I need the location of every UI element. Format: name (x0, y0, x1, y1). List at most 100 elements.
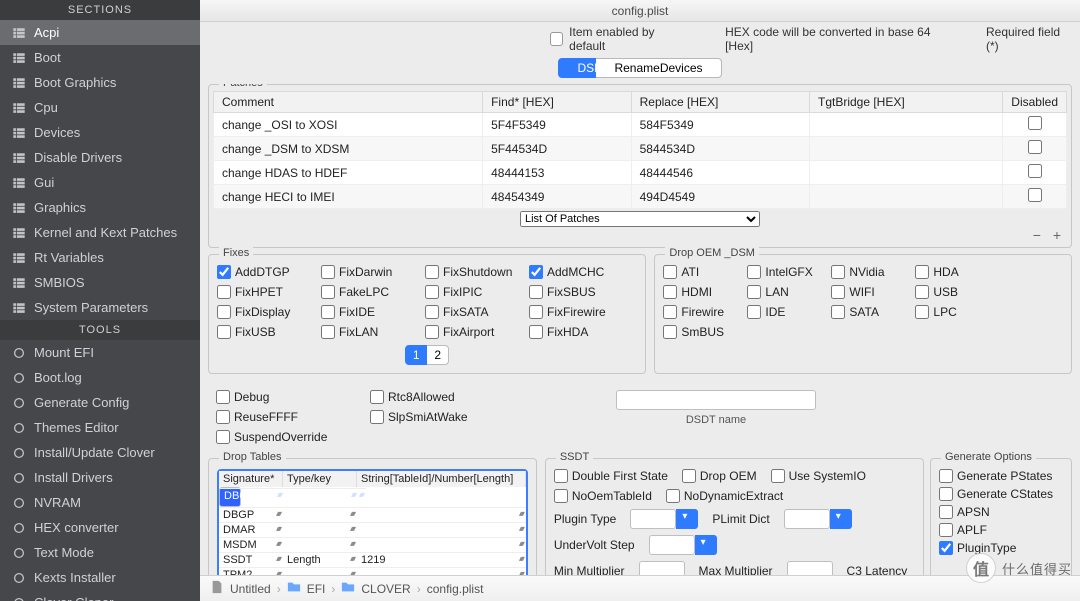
sidebar-item-disable-drivers[interactable]: Disable Drivers (0, 145, 200, 170)
checkbox[interactable] (216, 390, 230, 404)
checkbox[interactable] (939, 469, 953, 483)
checkbox[interactable] (939, 487, 953, 501)
fix-fixide[interactable]: FixIDE (321, 305, 411, 319)
dropoem-sata[interactable]: SATA (831, 305, 901, 319)
fix-fixusb[interactable]: FixUSB (217, 325, 307, 339)
col-tgtbridge[interactable]: TgtBridge [HEX] (809, 92, 1002, 113)
patches-row[interactable]: change HDAS to HDEF4844415348444546 (214, 161, 1067, 185)
dropoem-hda[interactable]: HDA (915, 265, 985, 279)
crumb-untitled[interactable]: Untitled (230, 582, 271, 596)
checkbox[interactable] (747, 265, 761, 279)
gen-generate-pstates[interactable]: Generate PStates (939, 469, 1063, 483)
checkbox[interactable] (425, 285, 439, 299)
checkbox[interactable] (321, 325, 335, 339)
fix-fakelpc[interactable]: FakeLPC (321, 285, 411, 299)
plugin-type-input[interactable] (630, 509, 676, 529)
sidebar-tool-kexts-installer[interactable]: Kexts Installer (0, 565, 200, 590)
fix-adddtgp[interactable]: AddDTGP (217, 265, 307, 279)
checkbox[interactable] (682, 469, 696, 483)
ssdt-use-systemio[interactable]: Use SystemIO (771, 469, 866, 483)
checkbox[interactable] (217, 265, 231, 279)
sidebar-tool-generate-config[interactable]: Generate Config (0, 390, 200, 415)
checkbox[interactable] (425, 265, 439, 279)
checkbox[interactable] (321, 305, 335, 319)
sidebar-item-rt-variables[interactable]: Rt Variables (0, 245, 200, 270)
gen-aplf[interactable]: APLF (939, 523, 1063, 537)
fix-fixdisplay[interactable]: FixDisplay (217, 305, 307, 319)
fix-addmchc[interactable]: AddMCHC (529, 265, 619, 279)
col-comment[interactable]: Comment (214, 92, 483, 113)
fix-fixdarwin[interactable]: FixDarwin (321, 265, 411, 279)
patches-table[interactable]: Comment Find* [HEX] Replace [HEX] TgtBri… (213, 91, 1067, 209)
gen-generate-cstates[interactable]: Generate CStates (939, 487, 1063, 501)
sidebar-item-kernel-and-kext-patches[interactable]: Kernel and Kext Patches (0, 220, 200, 245)
col-disabled[interactable]: Disabled (1003, 92, 1067, 113)
checkbox[interactable] (939, 541, 953, 555)
droptable-row[interactable]: DBGP (219, 507, 526, 522)
dsdt-name-input[interactable] (616, 390, 816, 410)
sidebar-tool-themes-editor[interactable]: Themes Editor (0, 415, 200, 440)
droptable-row[interactable]: DMAR (219, 522, 526, 537)
droptable-row[interactable]: TPM2 (219, 567, 526, 575)
tab-dsdt[interactable]: DSDT (558, 58, 596, 78)
checkbox[interactable] (747, 285, 761, 299)
checkbox[interactable] (217, 285, 231, 299)
checkbox[interactable] (370, 410, 384, 424)
gen-apsn[interactable]: APSN (939, 505, 1063, 519)
sidebar-item-acpi[interactable]: Acpi (0, 20, 200, 45)
misc-reuseffff[interactable]: ReuseFFFF (216, 410, 356, 424)
checkbox[interactable] (831, 265, 845, 279)
checkbox[interactable] (529, 265, 543, 279)
patch-disabled-checkbox[interactable] (1028, 164, 1042, 178)
dropoem-usb[interactable]: USB (915, 285, 985, 299)
checkbox[interactable] (321, 285, 335, 299)
ssdt-nooemtableid[interactable]: NoOemTableId (554, 489, 652, 503)
sidebar-item-devices[interactable]: Devices (0, 120, 200, 145)
sidebar-item-graphics[interactable]: Graphics (0, 195, 200, 220)
checkbox[interactable] (831, 285, 845, 299)
checkbox[interactable] (663, 285, 677, 299)
checkbox[interactable] (217, 305, 231, 319)
checkbox[interactable] (666, 489, 680, 503)
sidebar-item-gui[interactable]: Gui (0, 170, 200, 195)
misc-rtc8allowed[interactable]: Rtc8Allowed (370, 390, 510, 404)
ssdt-double-first-state[interactable]: Double First State (554, 469, 668, 483)
checkbox[interactable] (217, 325, 231, 339)
checkbox[interactable] (771, 469, 785, 483)
ssdt-drop-oem[interactable]: Drop OEM (682, 469, 757, 483)
fixes-page-1[interactable]: 1 (405, 345, 427, 365)
fix-fixipic[interactable]: FixIPIC (425, 285, 515, 299)
fix-fixhpet[interactable]: FixHPET (217, 285, 307, 299)
sidebar-tool-boot.log[interactable]: Boot.log (0, 365, 200, 390)
patches-row[interactable]: change _OSI to XOSI5F4F5349584F5349 (214, 113, 1067, 137)
checkbox[interactable] (663, 325, 677, 339)
checkbox[interactable] (425, 325, 439, 339)
undervolt-dd[interactable] (695, 535, 717, 555)
misc-slpsmiatwake[interactable]: SlpSmiAtWake (370, 410, 510, 424)
plimitdict-dd[interactable] (830, 509, 852, 529)
fix-fixhda[interactable]: FixHDA (529, 325, 619, 339)
dropoem-nvidia[interactable]: NVidia (831, 265, 901, 279)
minmul-input[interactable] (639, 561, 685, 575)
misc-suspendoverride[interactable]: SuspendOverride (216, 430, 356, 444)
sidebar-item-boot[interactable]: Boot (0, 45, 200, 70)
sidebar-tool-text-mode[interactable]: Text Mode (0, 540, 200, 565)
fixes-page-2[interactable]: 2 (427, 345, 449, 365)
sidebar-tool-clover-cloner[interactable]: Clover Cloner (0, 590, 200, 601)
patches-add-remove[interactable]: − + (1033, 227, 1065, 243)
patches-row[interactable]: change HECI to IMEI48454349494D4549 (214, 185, 1067, 209)
sidebar-tool-hex-converter[interactable]: HEX converter (0, 515, 200, 540)
dropoem-ide[interactable]: IDE (747, 305, 817, 319)
patches-row[interactable]: change _DSM to XDSM5F44534D5844534D (214, 137, 1067, 161)
checkbox[interactable] (939, 523, 953, 537)
droptable-row[interactable]: MSDM (219, 537, 526, 552)
droptables-table[interactable]: Signature* Type/key String[TableId]/Numb… (217, 469, 528, 575)
checkbox[interactable] (529, 285, 543, 299)
dropoem-hdmi[interactable]: HDMI (663, 285, 733, 299)
col-find[interactable]: Find* [HEX] (483, 92, 632, 113)
sidebar-item-boot-graphics[interactable]: Boot Graphics (0, 70, 200, 95)
checkbox[interactable] (425, 305, 439, 319)
tab-renamedevices[interactable]: RenameDevices (596, 58, 721, 78)
undervolt-input[interactable] (649, 535, 695, 555)
patch-disabled-checkbox[interactable] (1028, 140, 1042, 154)
